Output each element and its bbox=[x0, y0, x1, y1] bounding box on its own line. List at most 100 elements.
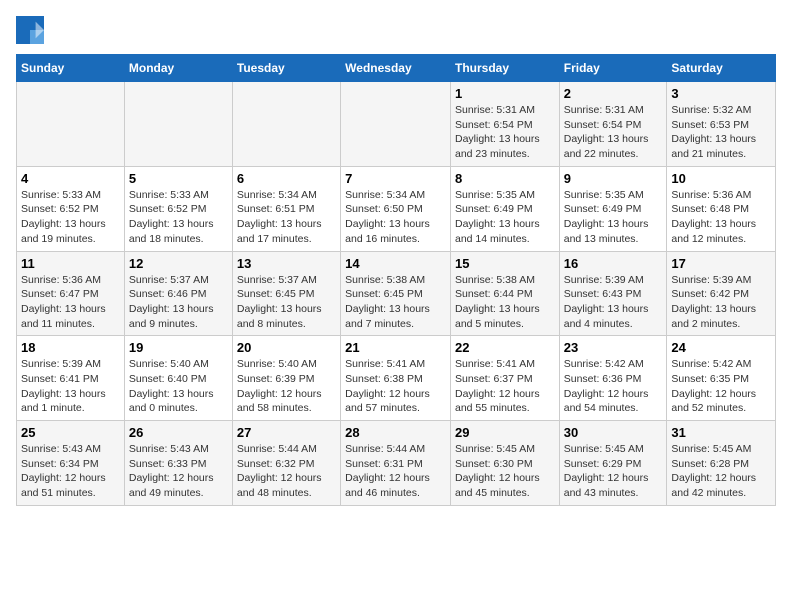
calendar-cell: 3 Sunrise: 5:32 AMSunset: 6:53 PMDaylight… bbox=[667, 82, 776, 167]
logo bbox=[16, 16, 48, 44]
day-info: Sunrise: 5:45 AMSunset: 6:29 PMDaylight:… bbox=[564, 442, 663, 501]
calendar-cell: 21 Sunrise: 5:41 AMSunset: 6:38 PMDayligh… bbox=[341, 336, 451, 421]
calendar-cell: 11 Sunrise: 5:36 AMSunset: 6:47 PMDayligh… bbox=[17, 251, 125, 336]
calendar-cell bbox=[17, 82, 125, 167]
day-info: Sunrise: 5:43 AMSunset: 6:34 PMDaylight:… bbox=[21, 442, 120, 501]
day-number: 21 bbox=[345, 340, 446, 355]
day-number: 14 bbox=[345, 256, 446, 271]
day-info: Sunrise: 5:44 AMSunset: 6:31 PMDaylight:… bbox=[345, 442, 446, 501]
day-info: Sunrise: 5:36 AMSunset: 6:47 PMDaylight:… bbox=[21, 273, 120, 332]
day-info: Sunrise: 5:32 AMSunset: 6:53 PMDaylight:… bbox=[671, 103, 771, 162]
calendar-cell bbox=[124, 82, 232, 167]
header-row: SundayMondayTuesdayWednesdayThursdayFrid… bbox=[17, 55, 776, 82]
calendar-cell: 23 Sunrise: 5:42 AMSunset: 6:36 PMDayligh… bbox=[559, 336, 667, 421]
calendar-cell bbox=[341, 82, 451, 167]
calendar-cell: 19Sunrise: 5:40 AMSunset: 6:40 PMDayligh… bbox=[124, 336, 232, 421]
calendar-cell: 28 Sunrise: 5:44 AMSunset: 6:31 PMDayligh… bbox=[341, 421, 451, 506]
day-info: Sunrise: 5:43 AMSunset: 6:33 PMDaylight:… bbox=[129, 442, 228, 501]
day-info: Sunrise: 5:42 AMSunset: 6:36 PMDaylight:… bbox=[564, 357, 663, 416]
calendar-cell: 5 Sunrise: 5:33 AMSunset: 6:52 PMDaylight… bbox=[124, 166, 232, 251]
day-info: Sunrise: 5:38 AMSunset: 6:44 PMDaylight:… bbox=[455, 273, 555, 332]
day-number: 18 bbox=[21, 340, 120, 355]
day-info: Sunrise: 5:44 AMSunset: 6:32 PMDaylight:… bbox=[237, 442, 336, 501]
week-row-2: 4 Sunrise: 5:33 AMSunset: 6:52 PMDaylight… bbox=[17, 166, 776, 251]
day-info: Sunrise: 5:45 AMSunset: 6:30 PMDaylight:… bbox=[455, 442, 555, 501]
day-info: Sunrise: 5:37 AMSunset: 6:45 PMDaylight:… bbox=[237, 273, 336, 332]
calendar-cell: 16Sunrise: 5:39 AMSunset: 6:43 PMDayligh… bbox=[559, 251, 667, 336]
calendar-cell: 12 Sunrise: 5:37 AMSunset: 6:46 PMDayligh… bbox=[124, 251, 232, 336]
day-info: Sunrise: 5:34 AMSunset: 6:50 PMDaylight:… bbox=[345, 188, 446, 247]
calendar-cell: 13 Sunrise: 5:37 AMSunset: 6:45 PMDayligh… bbox=[232, 251, 340, 336]
day-info: Sunrise: 5:34 AMSunset: 6:51 PMDaylight:… bbox=[237, 188, 336, 247]
day-number: 23 bbox=[564, 340, 663, 355]
calendar-cell: 27 Sunrise: 5:44 AMSunset: 6:32 PMDayligh… bbox=[232, 421, 340, 506]
day-number: 4 bbox=[21, 171, 120, 186]
calendar-cell: 10 Sunrise: 5:36 AMSunset: 6:48 PMDayligh… bbox=[667, 166, 776, 251]
week-row-3: 11 Sunrise: 5:36 AMSunset: 6:47 PMDayligh… bbox=[17, 251, 776, 336]
day-info: Sunrise: 5:45 AMSunset: 6:28 PMDaylight:… bbox=[671, 442, 771, 501]
day-header-thursday: Thursday bbox=[450, 55, 559, 82]
day-number: 7 bbox=[345, 171, 446, 186]
day-info: Sunrise: 5:37 AMSunset: 6:46 PMDaylight:… bbox=[129, 273, 228, 332]
day-header-saturday: Saturday bbox=[667, 55, 776, 82]
day-number: 3 bbox=[671, 86, 771, 101]
day-header-tuesday: Tuesday bbox=[232, 55, 340, 82]
day-header-wednesday: Wednesday bbox=[341, 55, 451, 82]
day-number: 16 bbox=[564, 256, 663, 271]
day-number: 11 bbox=[21, 256, 120, 271]
day-number: 2 bbox=[564, 86, 663, 101]
day-info: Sunrise: 5:41 AMSunset: 6:38 PMDaylight:… bbox=[345, 357, 446, 416]
day-header-sunday: Sunday bbox=[17, 55, 125, 82]
calendar-cell: 1 Sunrise: 5:31 AMSunset: 6:54 PMDaylight… bbox=[450, 82, 559, 167]
calendar-cell bbox=[232, 82, 340, 167]
day-info: Sunrise: 5:35 AMSunset: 6:49 PMDaylight:… bbox=[455, 188, 555, 247]
day-number: 17 bbox=[671, 256, 771, 271]
day-info: Sunrise: 5:31 AMSunset: 6:54 PMDaylight:… bbox=[564, 103, 663, 162]
calendar-cell: 6 Sunrise: 5:34 AMSunset: 6:51 PMDaylight… bbox=[232, 166, 340, 251]
calendar-cell: 7 Sunrise: 5:34 AMSunset: 6:50 PMDaylight… bbox=[341, 166, 451, 251]
day-number: 5 bbox=[129, 171, 228, 186]
calendar-cell: 26 Sunrise: 5:43 AMSunset: 6:33 PMDayligh… bbox=[124, 421, 232, 506]
page-header bbox=[16, 16, 776, 44]
day-header-friday: Friday bbox=[559, 55, 667, 82]
calendar-cell: 18 Sunrise: 5:39 AMSunset: 6:41 PMDayligh… bbox=[17, 336, 125, 421]
day-info: Sunrise: 5:40 AMSunset: 6:39 PMDaylight:… bbox=[237, 357, 336, 416]
week-row-5: 25 Sunrise: 5:43 AMSunset: 6:34 PMDayligh… bbox=[17, 421, 776, 506]
day-info: Sunrise: 5:35 AMSunset: 6:49 PMDaylight:… bbox=[564, 188, 663, 247]
day-info: Sunrise: 5:39 AMSunset: 6:42 PMDaylight:… bbox=[671, 273, 771, 332]
logo-icon bbox=[16, 16, 44, 44]
calendar-table: SundayMondayTuesdayWednesdayThursdayFrid… bbox=[16, 54, 776, 506]
day-number: 22 bbox=[455, 340, 555, 355]
day-info: Sunrise: 5:31 AMSunset: 6:54 PMDaylight:… bbox=[455, 103, 555, 162]
day-number: 6 bbox=[237, 171, 336, 186]
day-number: 27 bbox=[237, 425, 336, 440]
day-info: Sunrise: 5:36 AMSunset: 6:48 PMDaylight:… bbox=[671, 188, 771, 247]
day-info: Sunrise: 5:38 AMSunset: 6:45 PMDaylight:… bbox=[345, 273, 446, 332]
day-number: 1 bbox=[455, 86, 555, 101]
day-number: 15 bbox=[455, 256, 555, 271]
calendar-cell: 14 Sunrise: 5:38 AMSunset: 6:45 PMDayligh… bbox=[341, 251, 451, 336]
day-header-monday: Monday bbox=[124, 55, 232, 82]
week-row-4: 18 Sunrise: 5:39 AMSunset: 6:41 PMDayligh… bbox=[17, 336, 776, 421]
calendar-cell: 29Sunrise: 5:45 AMSunset: 6:30 PMDayligh… bbox=[450, 421, 559, 506]
calendar-cell: 15 Sunrise: 5:38 AMSunset: 6:44 PMDayligh… bbox=[450, 251, 559, 336]
day-number: 13 bbox=[237, 256, 336, 271]
day-number: 30 bbox=[564, 425, 663, 440]
day-number: 26 bbox=[129, 425, 228, 440]
day-number: 8 bbox=[455, 171, 555, 186]
day-number: 28 bbox=[345, 425, 446, 440]
day-number: 12 bbox=[129, 256, 228, 271]
day-info: Sunrise: 5:33 AMSunset: 6:52 PMDaylight:… bbox=[21, 188, 120, 247]
calendar-cell: 4 Sunrise: 5:33 AMSunset: 6:52 PMDaylight… bbox=[17, 166, 125, 251]
calendar-cell: 2 Sunrise: 5:31 AMSunset: 6:54 PMDaylight… bbox=[559, 82, 667, 167]
day-info: Sunrise: 5:33 AMSunset: 6:52 PMDaylight:… bbox=[129, 188, 228, 247]
day-number: 19 bbox=[129, 340, 228, 355]
calendar-cell: 31Sunrise: 5:45 AMSunset: 6:28 PMDayligh… bbox=[667, 421, 776, 506]
day-number: 9 bbox=[564, 171, 663, 186]
calendar-cell: 22Sunrise: 5:41 AMSunset: 6:37 PMDayligh… bbox=[450, 336, 559, 421]
day-info: Sunrise: 5:39 AMSunset: 6:41 PMDaylight:… bbox=[21, 357, 120, 416]
day-number: 10 bbox=[671, 171, 771, 186]
calendar-cell: 8 Sunrise: 5:35 AMSunset: 6:49 PMDaylight… bbox=[450, 166, 559, 251]
day-number: 25 bbox=[21, 425, 120, 440]
day-info: Sunrise: 5:42 AMSunset: 6:35 PMDaylight:… bbox=[671, 357, 771, 416]
